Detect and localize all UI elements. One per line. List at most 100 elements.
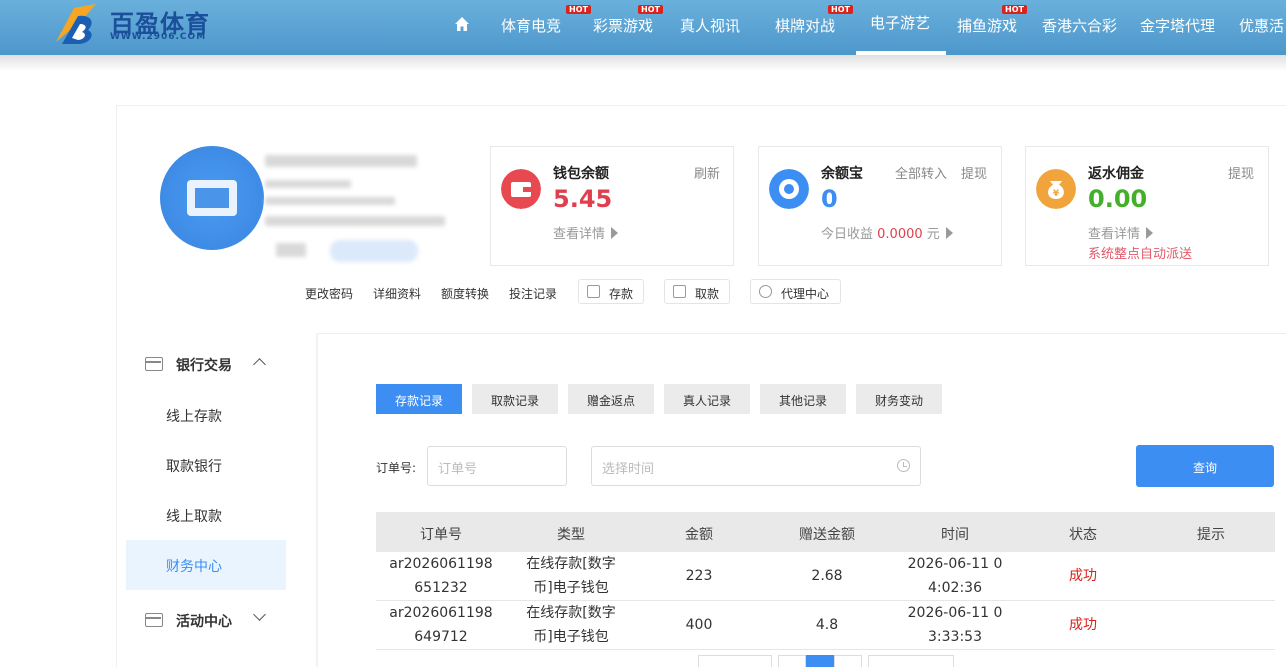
view-details-label: 查看详情 (553, 227, 606, 242)
time-line: 3:33:53 (928, 629, 982, 645)
pagination-prev-arrow[interactable] (778, 655, 806, 667)
order-number-line: 651232 (414, 580, 468, 596)
rebate-value: 0.00 (1088, 185, 1148, 213)
transfer-all-in-button[interactable]: 全部转入 (895, 163, 947, 182)
table-header: 订单号 类型 金额 赠送金额 时间 状态 提示 (376, 512, 1275, 552)
order-number-input[interactable]: 订单号 (427, 446, 567, 486)
deposit-button[interactable]: 存款 (578, 279, 644, 304)
view-details-link[interactable]: 查看详情 (553, 223, 619, 242)
nav-item-slots[interactable]: 电子游艺 (870, 12, 930, 33)
deposit-icon (587, 285, 600, 298)
pagination-next-arrow[interactable] (834, 655, 862, 667)
column-header: 时间 (941, 527, 969, 543)
user-avatar[interactable] (160, 146, 264, 250)
agent-center-label: 代理中心 (781, 287, 830, 301)
nav-item-fishing[interactable]: 捕鱼游戏 (957, 15, 1017, 36)
svg-text:¥: ¥ (1053, 189, 1060, 199)
hot-badge: HOT (638, 5, 663, 14)
auto-payout-note: 系统整点自动派送 (1088, 247, 1193, 262)
rebate-card: ¥ 返水佣金 0.00 提现 查看详情 系统整点自动派送 (1025, 146, 1269, 266)
clock-icon (897, 459, 910, 472)
gift-card-icon (145, 613, 163, 627)
bank-card-icon (145, 357, 163, 371)
yuebao-withdraw-button[interactable]: 提现 (961, 163, 987, 182)
divider (316, 333, 1286, 334)
type-line: 在线存款[数字 (526, 556, 616, 572)
nav-item-chess[interactable]: 棋牌对战 (775, 15, 835, 36)
withdraw-button[interactable]: 取款 (664, 279, 730, 304)
order-number-label: 订单号: (376, 461, 417, 475)
time-picker-placeholder: 选择时间 (602, 462, 655, 477)
order-number-cell: ar2026061198 651232 (386, 552, 496, 600)
agent-icon (759, 285, 772, 298)
rebate-withdraw-button[interactable]: 提现 (1228, 163, 1254, 182)
type-line: 币]电子钱包 (533, 580, 609, 596)
yuebao-title: 余额宝 (821, 166, 863, 182)
tab-other-records[interactable]: 其他记录 (760, 384, 846, 414)
type-cell: 在线存款[数字 币]电子钱包 (516, 601, 626, 649)
sidebar-item-finance-center[interactable]: 财务中心 (166, 556, 222, 576)
column-header: 状态 (1069, 527, 1097, 543)
nav-item-sports[interactable]: 体育电竞 (501, 15, 561, 36)
type-line: 在线存款[数字 (526, 605, 616, 621)
nav-item-lottery[interactable]: 彩票游戏 (593, 15, 653, 36)
site-logo[interactable]: 百盈体育 WWW.2906.COM (52, 2, 222, 46)
logo-url: WWW.2906.COM (110, 32, 207, 42)
sidebar-item-online-withdraw[interactable]: 线上取款 (166, 506, 222, 526)
time-cell: 2026-06-11 0 4:02:36 (900, 552, 1010, 600)
caret-right-icon (611, 227, 619, 239)
pagination-next-page[interactable] (868, 655, 954, 667)
blurred-username (265, 155, 417, 167)
rebate-title: 返水佣金 (1088, 166, 1144, 182)
details-link[interactable]: 详细资料 (373, 285, 421, 302)
type-line: 币]电子钱包 (533, 629, 609, 645)
hot-badge: HOT (828, 5, 853, 14)
yuebao-card: 余额宝 0 全部转入 提现 今日收益 0.0000 元 (758, 146, 1002, 266)
tab-live-records[interactable]: 真人记录 (664, 384, 750, 414)
table-row: ar2026061198 651232 在线存款[数字 币]电子钱包 223 2.6… (376, 552, 1275, 601)
pagination-current-page[interactable] (806, 655, 834, 667)
sidebar-item-withdraw-bank[interactable]: 取款银行 (166, 456, 222, 476)
time-cell: 2026-06-11 0 3:33:53 (900, 601, 1010, 649)
amount-cell: 223 (685, 568, 713, 584)
time-picker-input[interactable]: 选择时间 (591, 446, 921, 486)
wallet-balance-title: 钱包余额 (553, 166, 609, 182)
blurred-info-line (265, 197, 395, 205)
rebate-details-link[interactable]: 查看详情 (1088, 223, 1154, 242)
nav-item-promotions[interactable]: 优惠活 (1239, 15, 1284, 36)
caret-right-icon (1146, 227, 1154, 239)
tab-withdraw-records[interactable]: 取款记录 (472, 384, 558, 414)
bonus-cell: 2.68 (811, 568, 843, 584)
tab-deposit-records[interactable]: 存款记录 (376, 384, 462, 414)
header-shadow (0, 55, 1286, 71)
refresh-button[interactable]: 刷新 (694, 163, 720, 182)
nav-item-agent[interactable]: 金字塔代理 (1140, 15, 1215, 36)
home-icon[interactable] (454, 16, 470, 32)
query-button[interactable]: 查询 (1136, 445, 1274, 487)
tab-bonus-rebate[interactable]: 赠金返点 (568, 384, 654, 414)
blurred-info-line (265, 216, 445, 226)
nav-item-mark-six[interactable]: 香港六合彩 (1042, 15, 1117, 36)
sidebar-group-activity[interactable]: 活动中心 (176, 611, 232, 631)
bet-records-link[interactable]: 投注记录 (509, 285, 557, 302)
today-earnings-unit: 元 (926, 227, 940, 242)
wallet-balance-card: 钱包余额 5.45 刷新 查看详情 (490, 146, 734, 266)
change-password-link[interactable]: 更改密码 (305, 285, 353, 302)
sidebar-item-online-deposit[interactable]: 线上存款 (166, 406, 222, 426)
pagination-prev-page[interactable] (698, 655, 772, 667)
transfer-link[interactable]: 额度转换 (441, 285, 489, 302)
hot-badge: HOT (566, 5, 591, 14)
yuebao-value: 0 (821, 185, 838, 213)
order-number-line: ar2026061198 (389, 605, 493, 621)
status-cell: 成功 (1069, 568, 1097, 584)
amount-cell: 400 (685, 617, 713, 633)
column-header: 赠送金额 (799, 527, 855, 543)
tab-finance-changes[interactable]: 财务变动 (856, 384, 942, 414)
time-line: 2026-06-11 0 (907, 556, 1003, 572)
today-earnings[interactable]: 今日收益 0.0000 元 (821, 223, 953, 242)
top-navigation-bar: 百盈体育 WWW.2906.COM 体育电竞 HOT 彩票游戏 HOT 真人视讯… (0, 0, 1286, 55)
today-earnings-label: 今日收益 (821, 227, 874, 242)
sidebar-group-bank[interactable]: 银行交易 (176, 355, 232, 375)
agent-center-button[interactable]: 代理中心 (750, 279, 841, 304)
nav-item-live-casino[interactable]: 真人视讯 (680, 15, 740, 36)
